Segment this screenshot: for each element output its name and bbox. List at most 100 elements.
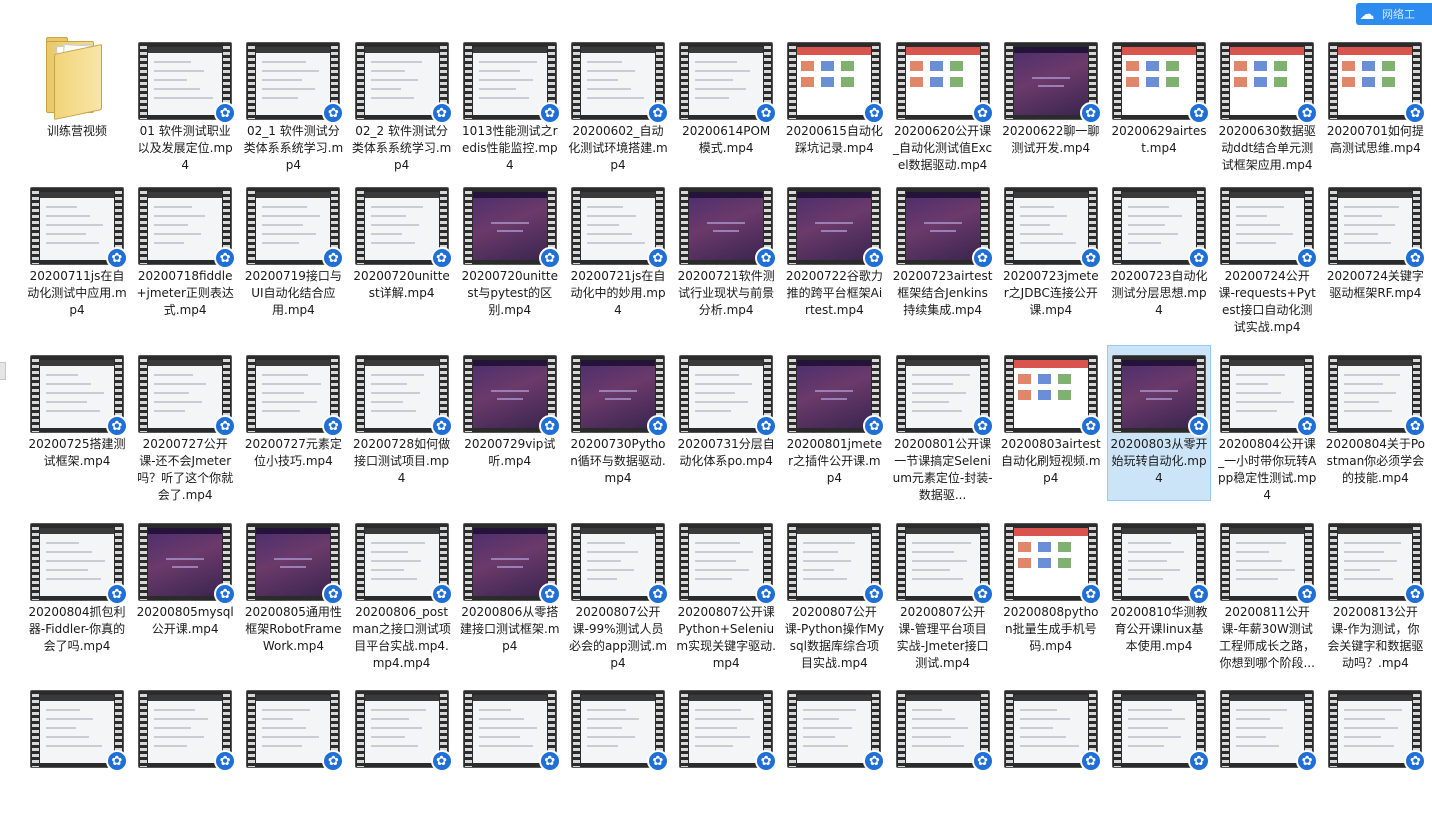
- video-file-item[interactable]: ✿: [891, 680, 995, 836]
- file-grid: 训练营视频 ✿ 01 软件测试职业以及发展定位.mp4 ✿ 02_1 软件测试分类体系系…: [0, 0, 1432, 772]
- player-badge-icon: ✿: [1296, 247, 1319, 269]
- player-badge-icon: ✿: [214, 750, 237, 772]
- file-name-label: 20200602_自动化测试环境搭建.mp4: [568, 124, 668, 172]
- player-badge-icon: ✿: [106, 583, 128, 605]
- video-file-item[interactable]: ✿ 01 软件测试职业以及发展定位.mp4: [133, 32, 237, 188]
- file-name-label: 20200721软件测试行业现状与前景分析.mp4: [677, 269, 775, 317]
- player-badge-icon: ✿: [971, 750, 994, 772]
- file-name-label: 20200720unittest详解.mp4: [353, 269, 450, 300]
- video-thumbnail: ✿: [572, 691, 669, 772]
- video-file-item[interactable]: ✿ 20200731分层自动化体系po.mp4: [674, 345, 778, 501]
- video-file-item[interactable]: ✿: [241, 680, 345, 836]
- video-thumbnail: ✿: [31, 524, 128, 605]
- video-thumbnail: ✿: [1329, 43, 1427, 124]
- file-name-label: 20200724关键字驱动框架RF.mp4: [1326, 269, 1424, 300]
- video-file-item[interactable]: ✿ 20200730Python循环与数据驱动.mp4: [566, 345, 670, 501]
- player-badge-icon: ✿: [1296, 583, 1319, 605]
- folder-item[interactable]: 训练营视频: [25, 32, 129, 188]
- video-file-item[interactable]: ✿: [25, 680, 129, 836]
- video-file-item[interactable]: ✿ 02_1 软件测试分类体系系统学习.mp4: [241, 32, 345, 188]
- video-file-item[interactable]: ✿ 02_2 软件测试分类体系系统学习.mp4: [350, 32, 454, 188]
- video-file-item[interactable]: ✿ 20200701如何提高测试思维.mp4: [1323, 32, 1427, 188]
- file-name-label: 20200614POM模式.mp4: [682, 124, 771, 155]
- video-file-item[interactable]: ✿ 20200801jmeter之插件公开课.mp4: [782, 345, 886, 501]
- video-file-item[interactable]: ✿ 20200629airtest.mp4: [1107, 32, 1211, 188]
- video-file-item[interactable]: ✿ 20200807公开课-99%测试人员必会的app测试.mp4: [566, 513, 670, 670]
- video-file-item[interactable]: ✿ 20200711js在自动化测试中应用.mp4: [25, 177, 129, 333]
- video-file-item[interactable]: ✿ 20200602_自动化测试环境搭建.mp4: [566, 32, 670, 188]
- video-file-item[interactable]: ✿ 20200807公开课-Python操作Mysql数据库综合项目实战.mp4: [782, 513, 886, 670]
- video-file-item[interactable]: ✿ 20200728如何做接口测试项目.mp4: [350, 345, 454, 501]
- video-file-item[interactable]: ✿: [1323, 680, 1427, 836]
- video-file-item[interactable]: ✿ 20200719接口与UI自动化结合应用.mp4: [241, 177, 345, 333]
- video-file-item[interactable]: ✿ 20200723jmeter之JDBC连接公开课.mp4: [999, 177, 1103, 333]
- video-file-item[interactable]: ✿ 20200630数据驱动ddt结合单元测试框架应用.mp4: [1215, 32, 1319, 188]
- video-file-item[interactable]: ✿ 20200807公开课Python+Selenium实现关键字驱动.mp4: [674, 513, 778, 670]
- file-name-label: 20200723jmeter之JDBC连接公开课.mp4: [1003, 269, 1099, 317]
- video-file-item[interactable]: ✿ 20200805mysql公开课.mp4: [133, 513, 237, 669]
- video-file-item[interactable]: ✿ 20200804抓包利器-Fiddler-你真的会了吗.mp4: [25, 513, 129, 669]
- video-file-item[interactable]: ✿: [350, 680, 454, 836]
- video-file-item[interactable]: ✿: [133, 680, 237, 836]
- video-file-item[interactable]: ✿ 20200805通用性框架RobotFrameWork.mp4: [241, 513, 345, 669]
- video-thumbnail: ✿: [1329, 691, 1427, 772]
- video-thumbnail: ✿: [572, 43, 669, 124]
- video-file-item[interactable]: ✿: [1107, 680, 1211, 836]
- player-badge-icon: ✿: [755, 247, 778, 269]
- video-file-item[interactable]: ✿: [566, 680, 670, 836]
- video-file-item[interactable]: ✿ 20200806从零搭建接口测试框架.mp4: [458, 513, 562, 669]
- video-file-item[interactable]: ✿ 20200720unittest详解.mp4: [350, 177, 454, 333]
- video-file-item[interactable]: ✿: [782, 680, 886, 836]
- video-file-item[interactable]: ✿ 20200724公开课-requests+Pytest接口自动化测试实战.mp…: [1215, 177, 1319, 334]
- video-thumbnail: ✿: [1221, 188, 1319, 269]
- video-file-item[interactable]: ✿ 20200808python批量生成手机号码.mp4: [999, 513, 1103, 669]
- video-thumbnail: ✿: [355, 188, 453, 269]
- video-file-item[interactable]: ✿ 20200615自动化踩坑记录.mp4: [782, 32, 886, 188]
- video-file-item[interactable]: ✿ 20200720unittest与pytest的区别.mp4: [458, 177, 562, 333]
- video-file-item[interactable]: ✿: [999, 680, 1103, 836]
- video-file-item[interactable]: ✿ 20200620公开课_自动化测试值Excel数据驱动.mp4: [891, 32, 995, 188]
- network-widget-label: 网络工: [1382, 8, 1415, 21]
- video-file-item[interactable]: ✿ 20200727元素定位小技巧.mp4: [241, 345, 345, 501]
- video-thumbnail: ✿: [139, 691, 237, 772]
- video-file-item[interactable]: ✿: [458, 680, 562, 836]
- video-file-item[interactable]: ✿ 20200727公开课-还不会Jmeter吗？听了这个你就会了.mp4: [133, 345, 237, 502]
- video-file-item[interactable]: ✿ 20200721软件测试行业现状与前景分析.mp4: [674, 177, 778, 333]
- player-badge-icon: ✿: [1079, 415, 1102, 437]
- player-badge-icon: ✿: [971, 247, 994, 269]
- video-file-item[interactable]: ✿ 20200806_postman之接口测试项目平台实战.mp4.mp4.mp4: [350, 513, 454, 670]
- video-file-item[interactable]: ✿ 20200729vip试听.mp4: [458, 345, 562, 501]
- video-thumbnail: ✿: [680, 691, 778, 772]
- video-file-item[interactable]: ✿ 20200811公开课-年薪30W测试工程师成长之路，你想到哪个阶段...: [1215, 513, 1319, 670]
- video-file-item[interactable]: ✿ 20200723自动化测试分层思想.mp4: [1107, 177, 1211, 333]
- side-collapse-handle[interactable]: [0, 362, 6, 380]
- player-badge-icon: ✿: [106, 415, 128, 437]
- video-thumbnail: ✿: [1004, 43, 1102, 124]
- video-file-item[interactable]: ✿ 20200807公开课-管理平台项目实战-Jmeter接口测试.mp4: [891, 513, 995, 670]
- video-file-item[interactable]: ✿ 20200614POM模式.mp4: [674, 32, 778, 188]
- folder-icon: [44, 37, 110, 121]
- video-file-item[interactable]: ✿ 20200724关键字驱动框架RF.mp4: [1323, 177, 1427, 333]
- network-widget[interactable]: ☁ 网络工: [1356, 3, 1432, 25]
- video-file-item[interactable]: ✿ 20200723airtest框架结合Jenkins持续集成.mp4: [891, 177, 995, 333]
- video-file-item[interactable]: ✿ 20200813公开课-作为测试，你会关键字和数据驱动吗？.mp4: [1323, 513, 1427, 670]
- video-file-item[interactable]: ✿: [674, 680, 778, 836]
- video-file-item[interactable]: ✿ 20200803airtest自动化刷短视频.mp4: [999, 345, 1103, 501]
- video-thumbnail: ✿: [1113, 524, 1210, 605]
- video-file-item[interactable]: ✿ 20200721js在自动化中的妙用.mp4: [566, 177, 670, 333]
- video-file-item[interactable]: ✿ 1013性能测试之redis性能监控.mp4: [458, 32, 562, 188]
- video-file-item[interactable]: ✿ 20200801公开课一节课搞定Selenium元素定位-封装-数据驱...: [891, 345, 995, 502]
- video-file-item[interactable]: ✿ 20200622聊一聊测试开发.mp4: [999, 32, 1103, 188]
- video-file-item[interactable]: ✿ 20200804公开课_一小时带你玩转App稳定性测试.mp4: [1215, 345, 1319, 502]
- player-badge-icon: ✿: [1296, 415, 1319, 437]
- video-file-item[interactable]: ✿ 20200718fiddle+jmeter正则表达式.mp4: [133, 177, 237, 333]
- player-badge-icon: ✿: [755, 750, 778, 772]
- file-name-label: 20200721js在自动化中的妙用.mp4: [570, 269, 666, 317]
- video-file-item[interactable]: ✿ 20200804关于Postman你必须学会的技能.mp4: [1323, 345, 1427, 501]
- file-name-label: 20200711js在自动化测试中应用.mp4: [27, 269, 127, 317]
- video-file-item[interactable]: ✿: [1215, 680, 1319, 836]
- video-file-item[interactable]: ✿ 20200725搭建测试框架.mp4: [25, 345, 129, 501]
- video-file-item[interactable]: ✿ 20200722谷歌力推的跨平台框架Airtest.mp4: [782, 177, 886, 333]
- video-file-item[interactable]: ✿ 20200810华测教育公开课linux基本使用.mp4: [1107, 513, 1211, 669]
- video-file-item[interactable]: ✿ 20200803从零开始玩转自动化.mp4: [1107, 345, 1211, 501]
